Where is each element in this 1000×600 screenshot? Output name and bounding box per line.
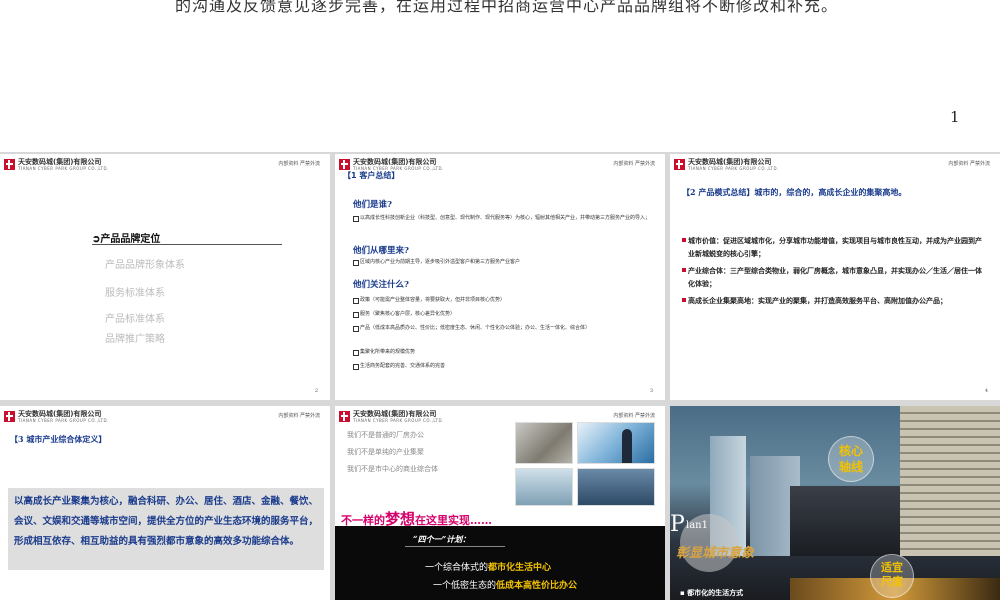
company-name-cn: 天安数码城(集团)有限公司 <box>18 410 102 418</box>
statement-line: 我们不是市中心的商业综合体 <box>347 465 438 473</box>
statement-line: 我们不是普通的厂房办公 <box>347 431 424 439</box>
company-logo-icon <box>4 411 15 422</box>
toc-item: 服务标准体系 <box>105 288 165 299</box>
company-name-en: TIANAN CYBER PARK GROUP CO.,LTD. <box>18 418 109 423</box>
slide-thumbnail-2[interactable]: 天安数码城(集团)有限公司 TIANAN CYBER PARK GROUP CO… <box>0 154 330 400</box>
plan-row: 一个低密生态的低成本高性价比办公 <box>433 581 578 591</box>
confidential-label: 内部资料 严禁外流 <box>278 413 320 419</box>
core-axis-badge: 核心 轴线 <box>828 436 874 482</box>
bullet-item: 产业综合体：三产型综合类物业，弱化厂房概念，城市意象凸显，并实现办公／生活／居住… <box>682 264 982 290</box>
lifestyle-caption: ▪ 都市化的生活方式 <box>680 588 744 597</box>
plan-title: “四个一”计划： <box>413 534 471 544</box>
toc-item: 品牌推广策略 <box>105 334 165 345</box>
slide-thumbnail-5[interactable]: 天安数码城(集团)有限公司 TIANAN CYBER PARK GROUP CO… <box>0 406 330 600</box>
bullet-item: 高成长企业集聚高地：实现产业的聚集，并打造高效服务平台、高附加值办公产品； <box>682 294 982 307</box>
businessman-figure <box>622 429 632 463</box>
office-photo <box>515 422 573 464</box>
company-name-cn: 天安数码城(集团)有限公司 <box>353 158 437 166</box>
slide-thumbnail-6[interactable]: 天安数码城(集团)有限公司 TIANAN CYBER PARK GROUP CO… <box>335 406 665 600</box>
question-heading: 他们是谁? <box>353 200 392 210</box>
tech-photo <box>515 468 573 506</box>
plan-row: 一个综合体式的都市化生活中心 <box>425 563 552 573</box>
section-title: 【1 客户总结】 <box>343 171 400 180</box>
question-heading: 他们从哪里来? <box>353 246 409 256</box>
confidential-label: 内部资料 严禁外流 <box>948 161 990 167</box>
title-underline <box>92 244 282 245</box>
company-name-cn: 天安数码城(集团)有限公司 <box>353 410 437 418</box>
company-logo-icon <box>674 159 685 170</box>
city-skyline-image <box>670 406 1000 600</box>
lowrise-building <box>790 486 900 556</box>
plan-underline <box>405 546 505 547</box>
company-header: 天安数码城(集团)有限公司 TIANAN CYBER PARK GROUP CO… <box>339 410 444 424</box>
document-page-top: 的沟通及反馈意见逐步完善，在运用过程中招商运营中心产品品牌组将不断修改和补充。 … <box>0 0 1000 152</box>
answer-bullet: 生活商务配套的完善、交通体系的完善 <box>353 362 653 370</box>
slide-thumbnail-7[interactable]: P lan1 彰显城市意象 核心 轴线 适宜 尺度 ▪ 都市化的生活方式 <box>670 406 1000 600</box>
company-name-cn: 天安数码城(集团)有限公司 <box>18 158 102 166</box>
question-heading: 他们关注什么? <box>353 280 409 290</box>
answer-bullet: 产品（低成本高品质办公、性价比；低密度生态、休闲、个性化办公体验；办公、生活一体… <box>353 324 653 332</box>
toc-item: 产品标准体系 <box>105 314 165 325</box>
company-header: 天安数码城(集团)有限公司 TIANAN CYBER PARK GROUP CO… <box>674 158 779 172</box>
toc-item: 产品品牌形象体系 <box>105 260 185 271</box>
answer-bullet: 政策（可能需产业整体容量，将要获取大，但并非项目核心优势） <box>353 296 653 304</box>
slide-page-number: 2 <box>314 388 318 394</box>
section-title: 【2 产品模式总结】城市的，综合的，高成长企业的集聚高地。 <box>682 187 907 197</box>
company-header: 天安数码城(集团)有限公司 TIANAN CYBER PARK GROUP CO… <box>4 410 109 424</box>
company-name-en: TIANAN CYBER PARK GROUP CO.,LTD. <box>353 418 444 423</box>
page-number: 1 <box>950 108 960 126</box>
slide-page-number: 3 <box>649 388 653 394</box>
answer-bullet: 以高成长性科技创新企业（科技型、创意型、现代制作、现代服务等）为核心，辐射其他相… <box>353 214 653 222</box>
residential-building <box>900 406 1000 556</box>
slide-thumbnail-3[interactable]: 天安数码城(集团)有限公司 TIANAN CYBER PARK GROUP CO… <box>335 154 665 400</box>
confidential-label: 内部资料 严禁外流 <box>613 161 655 167</box>
bullet-item: 城市价值：促进区域城市化，分享城市功能增值，实现项目与城市良性互动，并成为产业园… <box>682 234 982 260</box>
statement-line: 我们不是单纯的产业集聚 <box>347 448 424 456</box>
business-photo <box>577 422 655 464</box>
company-logo-icon <box>339 411 350 422</box>
company-logo-icon <box>4 159 15 170</box>
company-name-en: TIANAN CYBER PARK GROUP CO.,LTD. <box>18 166 109 171</box>
lobby-photo <box>577 468 655 506</box>
plan-label: lan1 <box>686 520 708 531</box>
confidential-label: 内部资料 严禁外流 <box>278 161 320 167</box>
company-logo-icon <box>339 159 350 170</box>
definition-box: 以高成长产业聚集为核心，融合科研、办公、居住、酒店、金融、餐饮、会议、文娱和交通… <box>8 488 324 570</box>
plan-subtitle: 彰显城市意象 <box>676 546 755 561</box>
slide-thumbnail-4[interactable]: 天安数码城(集团)有限公司 TIANAN CYBER PARK GROUP CO… <box>670 154 1000 400</box>
answer-bullet: 服务（聚焦核心客户层，核心差异化优势） <box>353 310 653 318</box>
company-header: 天安数码城(集团)有限公司 TIANAN CYBER PARK GROUP CO… <box>4 158 109 172</box>
scale-badge: 适宜 尺度 <box>870 554 914 598</box>
company-name-cn: 天安数码城(集团)有限公司 <box>688 158 772 166</box>
slide-title: ➲产品品牌定位 <box>92 234 161 245</box>
plan-panel: “四个一”计划： 一个综合体式的都市化生活中心 一个低密生态的低成本高性价比办公 <box>335 526 665 600</box>
plan-letter: P <box>670 512 685 537</box>
company-name-en: TIANAN CYBER PARK GROUP CO.,LTD. <box>688 166 779 171</box>
slide-page-number: 4 <box>984 388 988 394</box>
answer-bullet: 区域内核心产业为前期主导，逐步吸引外溢型客户和第三方服务产业客户 <box>353 258 653 266</box>
confidential-label: 内部资料 严禁外流 <box>613 413 655 419</box>
answer-bullet: 集聚化所带来的规模优势 <box>353 348 653 356</box>
section-title: 【3 城市产业综合体定义】 <box>10 434 107 444</box>
body-paragraph: 的沟通及反馈意见逐步完善，在运用过程中招商运营中心产品品牌组将不断修改和补充。 <box>175 0 839 15</box>
